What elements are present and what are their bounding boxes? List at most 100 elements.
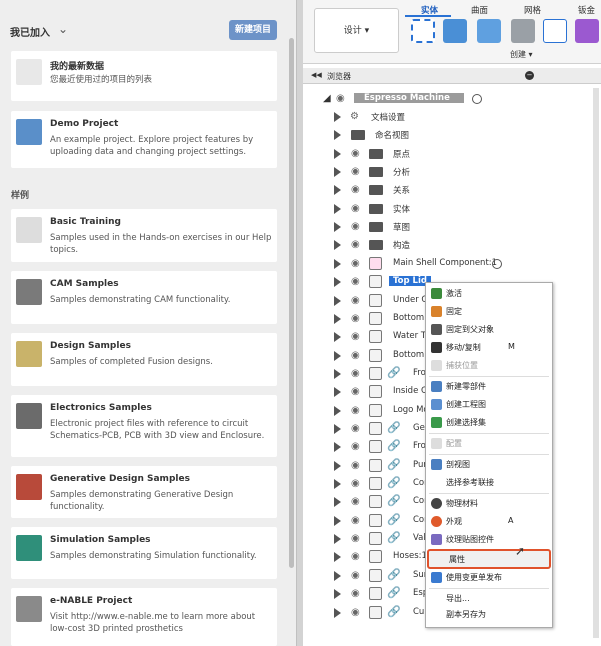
activate-radio-icon[interactable]: [492, 259, 502, 269]
eye-icon[interactable]: ◉: [351, 441, 360, 452]
expand-triangle-icon[interactable]: [334, 351, 341, 361]
expand-triangle-icon[interactable]: [334, 222, 341, 232]
collapse-triangle-icon[interactable]: ◢: [323, 93, 331, 104]
browser-row[interactable]: ◉ 关系: [303, 181, 601, 199]
pattern-icon[interactable]: [543, 19, 567, 43]
expand-triangle-icon[interactable]: [334, 204, 341, 214]
eye-icon[interactable]: ◉: [351, 148, 360, 159]
create-menu[interactable]: 创建 ▾: [510, 49, 533, 60]
revolve-icon[interactable]: [477, 19, 501, 43]
menu-item-fix[interactable]: 固定: [426, 303, 552, 321]
menu-item-save-copy-as[interactable]: 副本另存为: [426, 606, 552, 624]
menu-item-physical-material[interactable]: 物理材料: [426, 495, 552, 513]
tab-mesh[interactable]: 网格: [524, 4, 541, 16]
sample-card-cam[interactable]: CAM Samples Samples demonstrating CAM fu…: [11, 271, 277, 324]
chevron-down-icon[interactable]: ⌄: [58, 22, 68, 36]
tab-surface[interactable]: 曲面: [471, 4, 488, 16]
minus-icon[interactable]: −: [525, 71, 534, 80]
demo-project-card[interactable]: Demo Project An example project. Explore…: [11, 111, 277, 168]
eye-icon[interactable]: ◉: [351, 258, 360, 269]
menu-item-move-copy[interactable]: 移动/复制 M: [426, 339, 552, 357]
browser-scrollbar[interactable]: [593, 88, 599, 638]
eye-icon[interactable]: ◉: [351, 551, 360, 562]
form-icon[interactable]: [575, 19, 599, 43]
expand-triangle-icon[interactable]: [334, 296, 341, 306]
eye-icon[interactable]: ◉: [351, 405, 360, 416]
expand-triangle-icon[interactable]: [334, 589, 341, 599]
browser-row[interactable]: 命名视图: [303, 126, 601, 144]
eye-icon[interactable]: ◉: [351, 295, 360, 306]
expand-triangle-icon[interactable]: [334, 277, 341, 287]
eye-icon[interactable]: ◉: [351, 313, 360, 324]
expand-triangle-icon[interactable]: [334, 516, 341, 526]
extrude-icon[interactable]: [443, 19, 467, 43]
sample-card-generative[interactable]: Generative Design Samples Samples demons…: [11, 466, 277, 518]
sample-card-basic-training[interactable]: Basic Training Samples used in the Hands…: [11, 209, 277, 262]
expand-triangle-icon[interactable]: [334, 369, 341, 379]
sample-card-enable[interactable]: e-NABLE Project Visit http://www.e-nable…: [11, 588, 277, 646]
expand-triangle-icon[interactable]: [334, 185, 341, 195]
menu-item-properties[interactable]: 属性: [427, 549, 551, 569]
eye-icon[interactable]: ◉: [351, 588, 360, 599]
eye-icon[interactable]: ◉: [351, 331, 360, 342]
menu-item-select-reference-joints[interactable]: 选择参考联接: [426, 474, 552, 492]
tab-sheet-metal[interactable]: 钣金: [578, 4, 595, 16]
browser-row[interactable]: ◉ Main Shell Component:1: [303, 255, 601, 273]
menu-item-new-component[interactable]: 新建零部件: [426, 378, 552, 396]
menu-item-create-selection-set[interactable]: 创建选择集: [426, 414, 552, 432]
menu-item-appearance[interactable]: 外观 A: [426, 513, 552, 531]
expand-triangle-icon[interactable]: [334, 552, 341, 562]
menu-item-section-view[interactable]: 剖视图: [426, 456, 552, 474]
eye-icon[interactable]: ◉: [351, 460, 360, 471]
new-project-button[interactable]: 新建项目: [229, 20, 277, 40]
expand-triangle-icon[interactable]: [334, 497, 341, 507]
menu-item-release[interactable]: 使用变更单发布: [426, 569, 552, 587]
menu-item-activate[interactable]: 激活: [426, 285, 552, 303]
expand-triangle-icon[interactable]: [334, 387, 341, 397]
browser-row[interactable]: ◉ 实体: [303, 200, 601, 218]
expand-triangle-icon[interactable]: [334, 534, 341, 544]
expand-triangle-icon[interactable]: [334, 442, 341, 452]
collapse-arrow-icon[interactable]: ◀◀: [311, 71, 322, 79]
expand-triangle-icon[interactable]: [334, 608, 341, 618]
expand-triangle-icon[interactable]: [334, 479, 341, 489]
recent-data-card[interactable]: 我的最新数据 您最近使用过的项目的列表: [11, 51, 277, 101]
joined-header[interactable]: 我已加入: [10, 24, 50, 39]
sample-card-simulation[interactable]: Simulation Samples Samples demonstrating…: [11, 527, 277, 579]
expand-triangle-icon[interactable]: [334, 112, 341, 122]
left-scrollbar[interactable]: [289, 38, 294, 568]
create-sketch-icon[interactable]: [411, 19, 435, 43]
expand-triangle-icon[interactable]: [334, 314, 341, 324]
expand-triangle-icon[interactable]: [334, 571, 341, 581]
menu-item-create-drawing[interactable]: 创建工程图: [426, 396, 552, 414]
eye-icon[interactable]: ◉: [351, 276, 360, 287]
eye-icon[interactable]: ◉: [351, 478, 360, 489]
eye-icon[interactable]: ◉: [336, 93, 345, 104]
browser-row[interactable]: ◉ 构造: [303, 236, 601, 254]
expand-triangle-icon[interactable]: [334, 149, 341, 159]
panel-divider[interactable]: [296, 0, 303, 646]
hole-icon[interactable]: [511, 19, 535, 43]
expand-triangle-icon[interactable]: [334, 259, 341, 269]
browser-row[interactable]: ◉ 原点: [303, 145, 601, 163]
browser-row[interactable]: ⚙ 文档设置: [303, 108, 601, 126]
expand-triangle-icon[interactable]: [334, 461, 341, 471]
sample-card-design[interactable]: Design Samples Samples of completed Fusi…: [11, 333, 277, 386]
eye-icon[interactable]: ◉: [351, 607, 360, 618]
eye-icon[interactable]: ◉: [351, 368, 360, 379]
eye-icon[interactable]: ◉: [351, 166, 360, 177]
expand-triangle-icon[interactable]: [334, 240, 341, 250]
expand-triangle-icon[interactable]: [334, 167, 341, 177]
sample-card-electronics[interactable]: Electronics Samples Electronic project f…: [11, 395, 277, 457]
eye-icon[interactable]: ◉: [351, 515, 360, 526]
expand-triangle-icon[interactable]: [334, 424, 341, 434]
activate-radio-icon[interactable]: [472, 94, 482, 104]
browser-row[interactable]: ◉ 分析: [303, 163, 601, 181]
eye-icon[interactable]: ◉: [351, 386, 360, 397]
expand-triangle-icon[interactable]: [334, 406, 341, 416]
eye-icon[interactable]: ◉: [351, 239, 360, 250]
expand-triangle-icon[interactable]: [334, 332, 341, 342]
eye-icon[interactable]: ◉: [351, 350, 360, 361]
browser-row[interactable]: ◉ 草图: [303, 218, 601, 236]
eye-icon[interactable]: ◉: [351, 570, 360, 581]
